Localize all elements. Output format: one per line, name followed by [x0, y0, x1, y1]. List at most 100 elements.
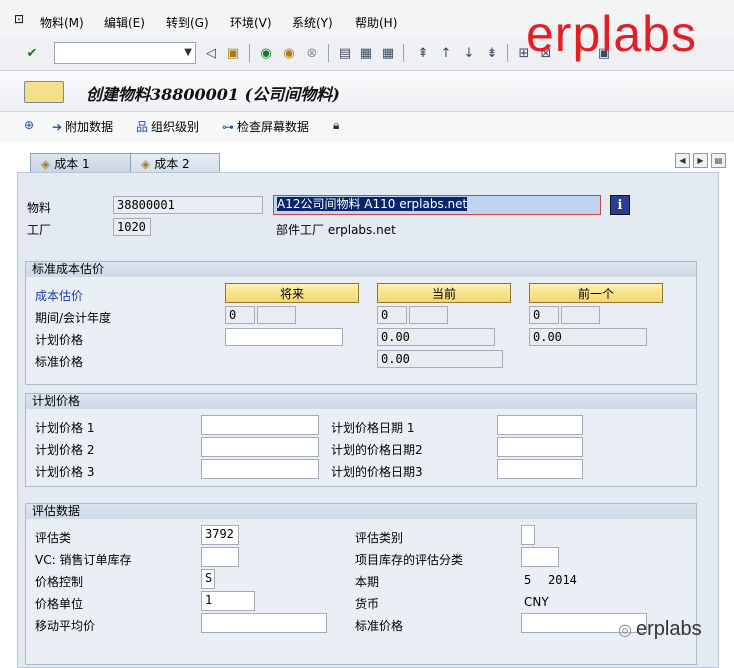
currency-value: CNY — [524, 595, 549, 609]
material-number-field: 38800001 — [113, 196, 263, 214]
tab-scroll-right-icon[interactable]: ▶ — [693, 153, 708, 168]
planned-price-date-3-label: 计划的价格日期3 — [331, 465, 423, 479]
tab-strip: ◈ 成本 1 ◈ 成本 2 ◀ ▶ ▤ — [0, 145, 734, 175]
enter-check-icon[interactable]: ✔ — [24, 45, 40, 61]
planned-price-2-label: 计划价格 2 — [35, 443, 95, 457]
exit-icon[interactable]: ◉ — [281, 45, 297, 61]
back-icon[interactable]: ◉ — [258, 45, 274, 61]
menu-system[interactable]: 系统(Y) — [292, 14, 333, 31]
moving-average-price-field[interactable] — [201, 613, 327, 633]
planned-price-3-label: 计划价格 3 — [35, 465, 95, 479]
future-period-field: 0 — [225, 306, 255, 324]
material-label: 物料 — [27, 201, 52, 215]
previous-year-field — [561, 306, 600, 324]
prev-page-icon[interactable]: ↑ — [438, 45, 454, 61]
toolbar-separator — [403, 44, 404, 62]
additional-data-button[interactable]: ➔ 附加数据 — [52, 118, 113, 135]
price-control-field[interactable]: S — [201, 569, 215, 589]
toolbar-separator — [507, 44, 508, 62]
toolbar-separator — [249, 44, 250, 62]
plant-description: 部件工厂 erplabs.net — [276, 223, 396, 237]
current-period-year: 2014 — [548, 573, 577, 587]
valuation-class-label: 评估类 — [35, 531, 72, 545]
planned-price-2-field[interactable] — [201, 437, 319, 457]
org-levels-button[interactable]: 品组织级别 — [136, 118, 199, 135]
menu-environment[interactable]: 环境(V) — [230, 14, 272, 31]
current-button[interactable]: 当前 — [377, 283, 511, 303]
vc-sales-order-stock-field[interactable] — [201, 547, 239, 567]
prev-arrow-icon[interactable]: ◁ — [203, 45, 219, 61]
plant-field: 1020 — [113, 218, 151, 236]
check-data-icon: ⊶ — [222, 119, 234, 134]
additional-data-label: 附加数据 — [65, 120, 114, 134]
planned-price-date-1-field[interactable] — [497, 415, 583, 435]
planned-price-1-field[interactable] — [201, 415, 319, 435]
planned-price-1-label: 计划价格 1 — [35, 421, 95, 435]
page-title: 创建物料38800001 (公司间物料) — [86, 85, 340, 104]
dropdown-arrow-icon[interactable]: ▼ — [184, 47, 192, 58]
check-screen-data-label: 检查屏幕数据 — [237, 120, 310, 134]
valuation-standard-price-label: 标准价格 — [355, 619, 404, 633]
tab-cost-2[interactable]: ◈ 成本 2 — [130, 153, 220, 173]
last-page-icon[interactable]: ⇟ — [484, 45, 500, 61]
print-icon[interactable]: ▤ — [337, 45, 353, 61]
project-stock-valuation-field[interactable] — [521, 547, 559, 567]
price-unit-label: 价格单位 — [35, 597, 84, 611]
wechat-logo-icon: ◎ — [618, 621, 632, 639]
tab-icon: ◈ — [141, 156, 151, 171]
wechat-watermark: ◎ erplabs — [618, 618, 702, 641]
check-screen-data-button[interactable]: ⊶ 检查屏幕数据 — [222, 118, 309, 135]
menu-material[interactable]: 物料(M) — [40, 14, 84, 31]
find-icon[interactable]: ▦ — [358, 45, 374, 61]
current-planned-price-field: 0.00 — [377, 328, 495, 346]
price-unit-field[interactable]: 1 — [201, 591, 255, 611]
currency-label: 货币 — [355, 597, 380, 611]
previous-planned-price-field: 0.00 — [529, 328, 647, 346]
watermark-text: erplabs — [526, 6, 697, 62]
planned-price-3-field[interactable] — [201, 459, 319, 479]
vc-sales-order-stock-label: VC: 销售订单库存 — [35, 553, 132, 567]
tab-icon: ◈ — [41, 156, 51, 171]
planned-price-date-3-field[interactable] — [497, 459, 583, 479]
views-icon: ⊕ — [24, 118, 35, 132]
menu-goto[interactable]: 转到(G) — [166, 14, 209, 31]
future-button[interactable]: 将来 — [225, 283, 359, 303]
org-structure-icon: 品 — [136, 120, 149, 134]
next-page-icon[interactable]: ↓ — [461, 45, 477, 61]
info-icon[interactable]: i — [610, 195, 630, 215]
tab-cost-1[interactable]: ◈ 成本 1 — [30, 153, 136, 173]
valuation-class-field[interactable]: 3792 — [201, 525, 239, 545]
command-field[interactable]: ▼ — [54, 42, 196, 64]
create-views-button[interactable]: ⊕ — [24, 118, 34, 132]
transaction-menu-icon[interactable] — [24, 81, 64, 103]
current-period-month: 5 — [524, 573, 532, 587]
tab-scroll-left-icon[interactable]: ◀ — [675, 153, 690, 168]
standard-price-label: 标准价格 — [35, 355, 84, 369]
first-page-icon[interactable]: ⇞ — [415, 45, 431, 61]
future-planned-price-field[interactable] — [225, 328, 343, 346]
org-levels-label: 组织级别 — [151, 120, 200, 134]
previous-period-field: 0 — [529, 306, 559, 324]
planned-price-date-2-field[interactable] — [497, 437, 583, 457]
material-description-field[interactable]: A12公司间物料 A110 erplabs.net — [273, 195, 601, 215]
save-icon[interactable]: ▣ — [225, 45, 241, 61]
find-next-icon[interactable]: ▦ — [380, 45, 396, 61]
project-stock-valuation-label: 项目库存的评估分类 — [355, 553, 464, 567]
tab-cost-2-label: 成本 2 — [154, 157, 190, 171]
valuation-category-field[interactable] — [521, 525, 535, 545]
title-bar: 创建物料38800001 (公司间物料) — [0, 71, 734, 112]
previous-button[interactable]: 前一个 — [529, 283, 663, 303]
period-fiscal-year-label: 期间/会计年度 — [35, 311, 112, 325]
menu-edit[interactable]: 编辑(E) — [104, 14, 145, 31]
window-menu-icon[interactable]: ⊡ — [14, 12, 24, 26]
tab-list-icon[interactable]: ▤ — [711, 153, 726, 168]
price-control-label: 价格控制 — [35, 575, 84, 589]
lock-button[interactable]: 🔒︎ — [333, 118, 339, 133]
menu-help[interactable]: 帮助(H) — [355, 14, 397, 31]
plant-label: 工厂 — [27, 223, 52, 237]
current-year-field — [409, 306, 448, 324]
current-period-label: 本期 — [355, 575, 380, 589]
arrow-right-icon: ➔ — [52, 119, 63, 134]
cancel-icon[interactable]: ⊗ — [304, 45, 320, 61]
lock-icon: 🔒︎ — [333, 118, 340, 132]
